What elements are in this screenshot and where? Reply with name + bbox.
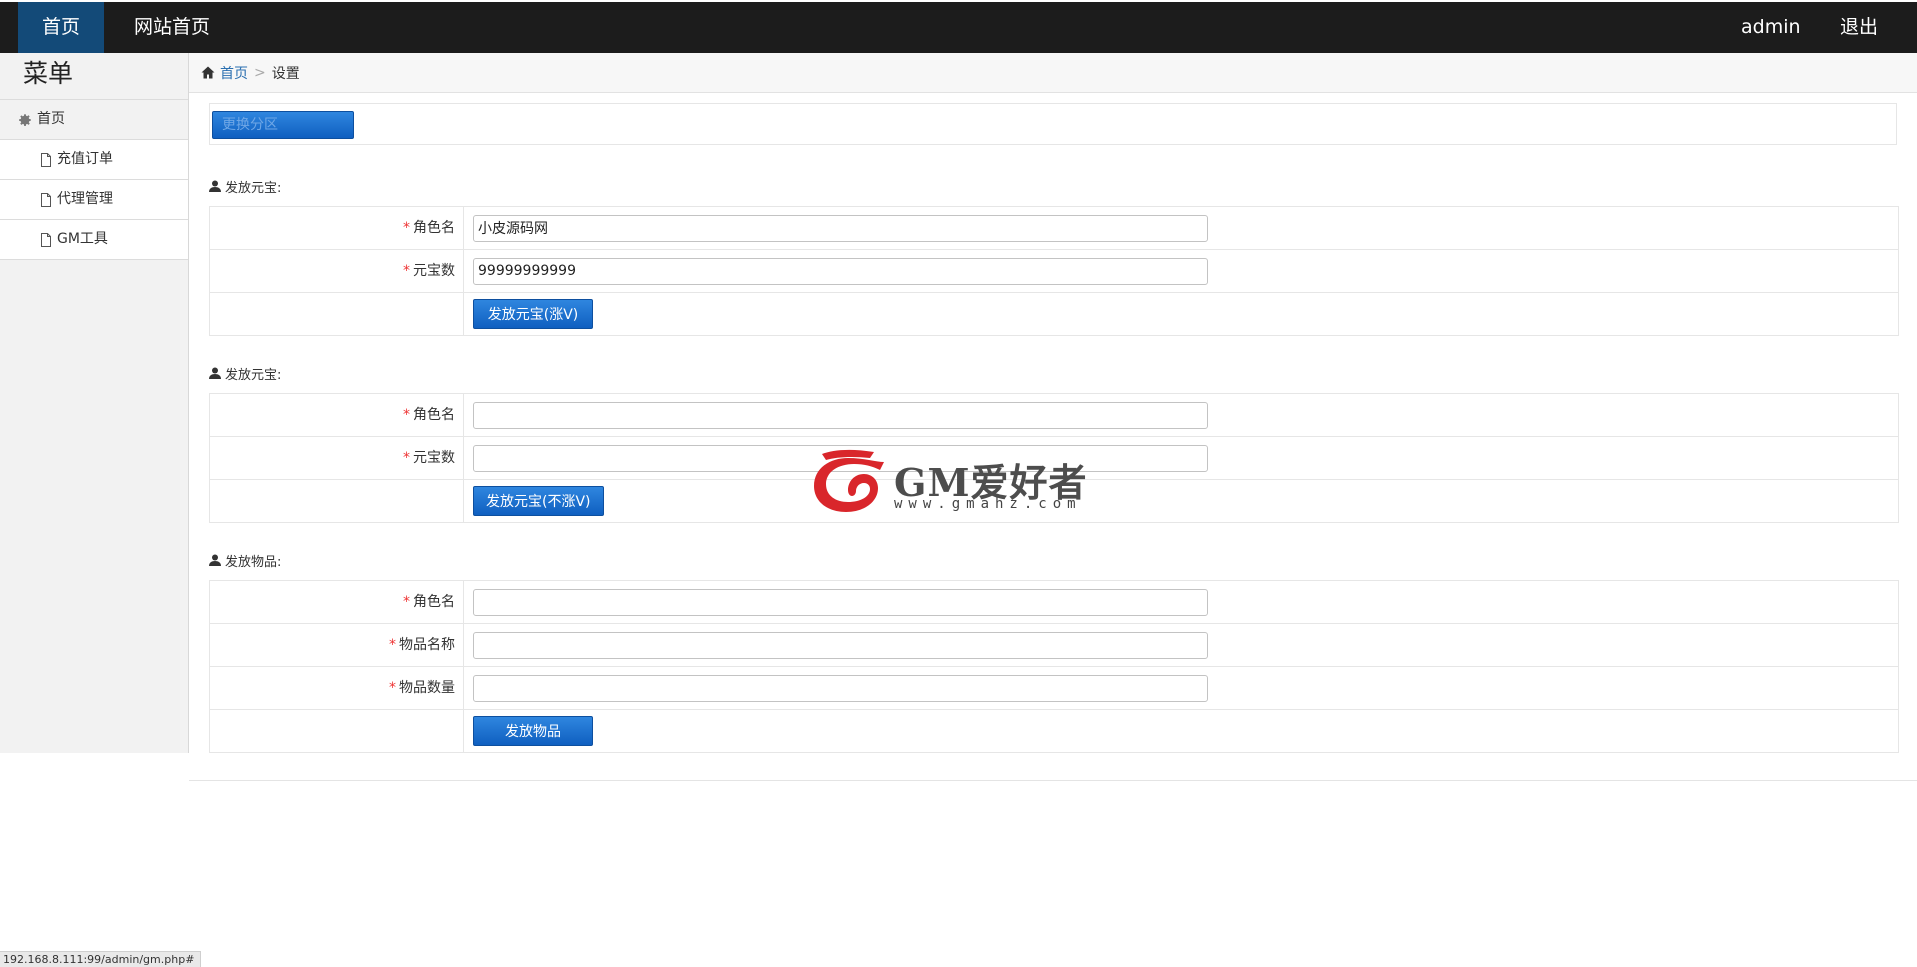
field-label: * 元宝数	[210, 250, 464, 292]
sidebar-title: 菜单	[0, 53, 188, 100]
form-row: 发放物品	[210, 710, 1898, 752]
field-label: * 物品名称	[210, 624, 464, 666]
nav-home-link[interactable]: 首页	[18, 2, 104, 53]
field-label: * 角色名	[210, 581, 464, 623]
form-row: * 物品名称	[210, 624, 1898, 667]
field-label-text: 元宝数	[413, 450, 455, 466]
breadcrumb-home-link[interactable]: 首页	[220, 63, 248, 83]
file-icon	[40, 232, 52, 247]
required-mark: *	[389, 637, 396, 653]
item-quantity-input[interactable]	[473, 674, 1208, 702]
section-title: 发放元宝:	[209, 363, 1897, 383]
section-title: 发放元宝:	[209, 176, 1897, 196]
main-content: 更换分区 发放元宝: *角色名 *元宝数 发放元宝(涨V) 发放元宝: *角色名	[209, 103, 1899, 753]
field-label: * 角色名	[210, 394, 464, 436]
watermark: GM爱好者 www.gmahz.com	[808, 448, 1108, 518]
sidebar: 菜单 首页 充值订单 代理管理 GM工具	[0, 53, 189, 753]
sidebar-item-recharge-orders[interactable]: 充值订单	[0, 140, 188, 180]
required-mark: *	[389, 680, 396, 696]
user-icon	[209, 554, 221, 566]
form-gold-vip: *角色名 *元宝数 发放元宝(涨V)	[209, 206, 1899, 336]
empty-label-cell	[210, 293, 464, 335]
role-name-input[interactable]	[473, 214, 1208, 242]
field-label: * 角色名	[210, 207, 464, 249]
sidebar-item-label: 充值订单	[57, 151, 113, 167]
field-label: * 元宝数	[210, 437, 464, 479]
required-mark: *	[403, 407, 410, 423]
sidebar-item-label: GM工具	[57, 231, 108, 247]
section-title-text: 发放元宝:	[225, 367, 282, 383]
sidebar-item-label: 首页	[37, 111, 65, 127]
file-icon	[40, 152, 52, 167]
section-title-text: 发放物品:	[225, 554, 282, 570]
user-icon	[209, 367, 221, 379]
footer-divider	[189, 780, 1917, 781]
field-label: * 物品数量	[210, 667, 464, 709]
field-label-text: 物品数量	[399, 680, 455, 696]
home-icon	[201, 66, 215, 79]
form-row: * 角色名	[210, 394, 1898, 437]
toolbar: 更换分区	[209, 103, 1897, 145]
file-icon	[40, 192, 52, 207]
sidebar-item-home[interactable]: 首页	[0, 100, 188, 140]
required-mark: *	[403, 220, 410, 236]
gold-amount-input[interactable]	[473, 257, 1208, 285]
breadcrumb: 首页 > 设置	[189, 53, 1917, 93]
field-label-text: 元宝数	[413, 263, 455, 279]
item-name-input[interactable]	[473, 631, 1208, 659]
watermark-logo-icon	[814, 449, 884, 512]
top-navbar: 首页 网站首页 admin 退出	[0, 2, 1917, 53]
section-title: 发放物品:	[209, 550, 1897, 570]
section-title-text: 发放元宝:	[225, 180, 282, 196]
gear-icon	[18, 113, 32, 127]
switch-zone-button[interactable]: 更换分区	[212, 111, 354, 139]
form-row: * 元宝数	[210, 250, 1898, 293]
breadcrumb-current: 设置	[271, 65, 300, 82]
required-mark: *	[403, 450, 410, 466]
field-label-text: 角色名	[413, 220, 455, 236]
empty-label-cell	[210, 710, 464, 752]
nav-logout-link[interactable]: 退出	[1840, 2, 1878, 53]
field-label-text: 角色名	[413, 407, 455, 423]
sidebar-item-label: 代理管理	[57, 191, 113, 207]
sidebar-item-agent-management[interactable]: 代理管理	[0, 180, 188, 220]
grant-gold-no-vip-button[interactable]: 发放元宝(不涨V)	[473, 486, 604, 516]
form-row: * 角色名	[210, 581, 1898, 624]
empty-label-cell	[210, 480, 464, 522]
role-name-input[interactable]	[473, 588, 1208, 616]
grant-item-button[interactable]: 发放物品	[473, 716, 593, 746]
grant-gold-vip-button[interactable]: 发放元宝(涨V)	[473, 299, 593, 329]
nav-user-link[interactable]: admin	[1741, 2, 1801, 53]
field-label-text: 角色名	[413, 594, 455, 610]
nav-site-home-link[interactable]: 网站首页	[134, 2, 210, 53]
form-row: 发放元宝(涨V)	[210, 293, 1898, 335]
role-name-input[interactable]	[473, 401, 1208, 429]
required-mark: *	[403, 594, 410, 610]
user-icon	[209, 180, 221, 192]
field-label-text: 物品名称	[399, 637, 455, 653]
form-row: * 角色名	[210, 207, 1898, 250]
sidebar-item-gm-tools[interactable]: GM工具	[0, 220, 188, 260]
form-row: * 物品数量	[210, 667, 1898, 710]
required-mark: *	[403, 263, 410, 279]
status-bar-url: 192.168.8.111:99/admin/gm.php#	[0, 951, 202, 967]
form-grant-item: * 角色名 * 物品名称 * 物品数量 发放物品	[209, 580, 1899, 753]
breadcrumb-separator: >	[254, 64, 266, 81]
watermark-url: www.gmahz.com	[894, 496, 1082, 512]
